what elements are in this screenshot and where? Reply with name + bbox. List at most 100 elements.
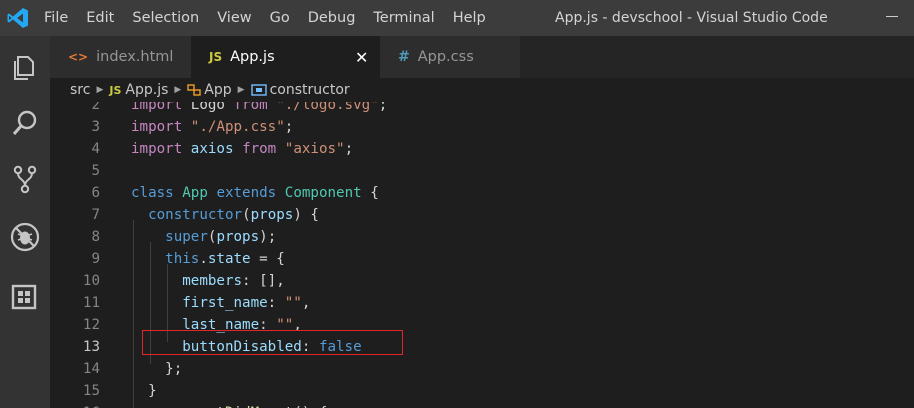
line-number: 4	[91, 141, 100, 157]
menu-debug[interactable]: Debug	[308, 10, 356, 26]
code-text: }	[131, 380, 157, 402]
code-text: };	[131, 358, 182, 380]
line-number: 8	[91, 229, 100, 245]
menu-terminal[interactable]: Terminal	[373, 10, 434, 26]
code-token: (	[242, 207, 251, 223]
breadcrumb-file[interactable]: App.js	[125, 82, 168, 98]
code-token: }	[131, 383, 157, 399]
breadcrumb-method[interactable]: constructor	[270, 82, 350, 98]
menu-view[interactable]: View	[217, 10, 251, 26]
code-token: "./logo.svg"	[276, 102, 379, 113]
method-icon	[250, 84, 267, 96]
code-token: "./App.css"	[190, 119, 285, 135]
search-icon[interactable]	[8, 106, 42, 140]
menu-file[interactable]: File	[44, 10, 68, 26]
code-line: 2 import Logo from "./logo.svg";	[50, 102, 914, 116]
code-token: : [],	[242, 273, 285, 289]
chevron-right-icon: ▶	[96, 85, 104, 95]
breadcrumb-folder[interactable]: src	[70, 82, 90, 98]
html-file-icon: <>	[68, 50, 89, 64]
minimize-button[interactable]	[886, 16, 898, 17]
line-number: 11	[82, 295, 100, 311]
code-line: 3 import "./App.css";	[50, 116, 914, 138]
source-control-icon[interactable]	[8, 162, 42, 196]
code-editor[interactable]: 2 import Logo from "./logo.svg"; 3 import "…	[50, 102, 914, 408]
code-token: first_name	[182, 295, 268, 311]
activity-bar	[0, 36, 50, 408]
code-token: extends	[216, 185, 277, 201]
code-token: from	[233, 102, 268, 113]
code-token: from	[242, 141, 277, 157]
code-line: 16 componentDidMount() {	[50, 402, 914, 408]
code-line: 11 first_name: "",	[50, 292, 914, 314]
line-number: 3	[91, 119, 100, 135]
breadcrumb: src ▶ JS App.js ▶ App ▶ constructor	[50, 78, 914, 102]
code-text: this.state = {	[131, 248, 285, 270]
breadcrumb-class[interactable]: App	[204, 82, 231, 98]
code-token: props	[216, 229, 260, 245]
code-line: 14 };	[50, 358, 914, 380]
tab-app-css[interactable]: # App.css	[380, 36, 520, 78]
vscode-logo-icon	[7, 8, 28, 28]
tab-bar: <> index.html JS App.js ✕ # App.css	[50, 36, 914, 78]
line-number: 9	[91, 251, 100, 267]
code-token: ;	[284, 119, 294, 135]
line-number: 14	[82, 361, 100, 377]
line-number: 10	[82, 273, 100, 289]
close-icon[interactable]: ✕	[355, 48, 368, 67]
code-text: members: [],	[131, 270, 285, 292]
indent-guide	[133, 220, 134, 408]
window-title: App.js - devschool - Visual Studio Code	[555, 10, 828, 26]
code-token: "axios"	[284, 141, 345, 157]
debug-icon[interactable]	[8, 220, 42, 254]
chevron-right-icon: ▶	[174, 85, 182, 95]
css-file-icon: #	[398, 49, 410, 65]
code-token: .	[199, 251, 208, 267]
code-token: App	[182, 185, 208, 201]
code-token: ;	[344, 141, 354, 157]
menu-help[interactable]: Help	[453, 10, 486, 26]
code-text: componentDidMount() {	[131, 402, 327, 408]
js-file-icon: JS	[109, 83, 122, 97]
menu-selection[interactable]: Selection	[132, 10, 199, 26]
js-file-icon: JS	[209, 50, 223, 64]
code-line: 6 class App extends Component {	[50, 182, 914, 204]
code-line: 7 constructor(props) {	[50, 204, 914, 226]
code-token: members	[182, 273, 243, 289]
code-token: ""	[284, 295, 302, 311]
code-line: 8 super(props);	[50, 226, 914, 248]
code-text: import "./App.css";	[131, 116, 293, 138]
line-number: 5	[91, 163, 100, 179]
menu-edit[interactable]: Edit	[86, 10, 114, 26]
code-token: {	[361, 185, 379, 201]
line-number: 16	[50, 402, 100, 408]
tab-index-html[interactable]: <> index.html	[50, 36, 191, 78]
code-token: ) {	[293, 207, 319, 223]
code-text: first_name: "",	[131, 292, 310, 314]
menu-go[interactable]: Go	[270, 10, 290, 26]
code-line: 9 this.state = {	[50, 248, 914, 270]
code-line: 15 }	[50, 380, 914, 402]
highlight-annotation-box	[142, 330, 403, 355]
title-bar: File Edit Selection View Go Debug Termin…	[0, 0, 914, 36]
chevron-right-icon: ▶	[237, 85, 245, 95]
extensions-icon[interactable]	[8, 280, 42, 314]
code-token: import	[131, 119, 183, 135]
explorer-icon[interactable]	[8, 50, 42, 84]
code-token: ,	[301, 295, 311, 311]
code-token: this	[165, 251, 200, 267]
code-token: props	[250, 207, 294, 223]
line-number: 12	[82, 317, 100, 333]
line-number: 2	[91, 102, 100, 113]
tab-app-js[interactable]: JS App.js ✕	[191, 36, 380, 78]
